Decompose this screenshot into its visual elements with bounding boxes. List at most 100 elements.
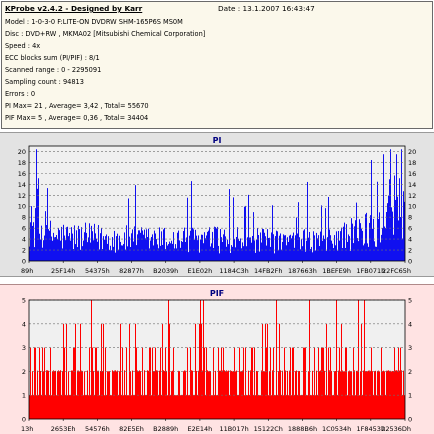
pi-ytick-label-left: 18 <box>18 159 26 167</box>
pi-bar <box>191 181 192 261</box>
pif-bar <box>335 371 336 419</box>
pif-bar <box>164 371 165 419</box>
pi-bar <box>223 234 224 261</box>
pi-bar <box>96 238 97 261</box>
pif-bar <box>322 347 323 419</box>
pif-bar <box>369 370 370 419</box>
info-pif-summary: PIF Max= 5 , Average= 0,36 , Total= 3440… <box>5 114 149 122</box>
pif-xtick-label: B2889h <box>153 425 178 433</box>
pif-bar <box>342 370 343 419</box>
pi-ytick-label-right: 10 <box>408 203 416 211</box>
pi-bar <box>76 230 77 261</box>
pif-bar <box>363 370 364 419</box>
pi-bar <box>259 251 260 261</box>
pi-bar <box>123 244 124 261</box>
pi-bar <box>390 149 391 261</box>
pi-bar <box>377 181 378 261</box>
pif-bar <box>214 395 215 419</box>
pi-bar <box>175 244 176 261</box>
pif-bar <box>378 370 379 419</box>
pif-bar <box>385 395 386 419</box>
pi-bar <box>147 237 148 261</box>
pi-ytick-label-right: 16 <box>408 170 416 178</box>
pif-bar <box>373 395 374 419</box>
pi-bar <box>331 240 332 261</box>
pif-bar <box>285 370 286 419</box>
pi-bar <box>391 207 392 261</box>
pi-bar <box>298 202 299 261</box>
pi-bar <box>338 230 339 261</box>
pif-bar <box>45 395 46 419</box>
pi-bar <box>274 253 275 261</box>
pi-bar <box>208 230 209 261</box>
pif-bar <box>228 370 229 419</box>
pi-bar <box>45 211 46 261</box>
pi-bar <box>354 226 355 261</box>
pi-bar <box>111 250 112 261</box>
pi-bar <box>269 237 270 261</box>
pif-bar <box>317 395 318 419</box>
pi-bar <box>146 229 147 261</box>
pif-bar <box>224 370 225 419</box>
pif-bar <box>232 371 233 419</box>
pif-bar <box>123 395 124 419</box>
pif-bar <box>131 395 132 419</box>
pi-bar <box>201 234 202 261</box>
pi-bar <box>344 222 345 261</box>
pif-bar <box>304 347 305 419</box>
pif-bar <box>338 370 339 419</box>
pi-bar <box>343 226 344 261</box>
pif-bar <box>305 347 306 419</box>
pif-bar <box>368 370 369 419</box>
pi-bar <box>218 245 219 261</box>
pi-bar <box>78 225 79 261</box>
pif-bar <box>79 371 80 419</box>
pif-bar <box>247 395 248 419</box>
pi-bar <box>216 228 217 261</box>
pif-bar <box>255 395 256 419</box>
pi-bar <box>38 178 39 261</box>
pi-bar <box>92 231 93 261</box>
pi-bar <box>157 244 158 261</box>
pi-bar <box>48 229 49 261</box>
pi-bar <box>356 202 357 261</box>
pi-bar <box>316 232 317 261</box>
pif-bar <box>313 395 314 419</box>
pi-bar <box>214 226 215 261</box>
pi-bar <box>163 229 164 261</box>
pif-bar <box>148 370 149 419</box>
pi-bar <box>252 235 253 261</box>
pi-bar <box>291 238 292 261</box>
pi-bar <box>221 237 222 261</box>
pi-bar <box>181 241 182 261</box>
pif-bar <box>402 395 403 419</box>
pif-bar <box>256 370 257 419</box>
pif-bar <box>161 395 162 419</box>
pi-bar <box>312 252 313 261</box>
pi-bar <box>97 241 98 261</box>
pi-bar <box>360 223 361 261</box>
pif-bar <box>50 347 51 419</box>
pi-bar <box>64 235 65 261</box>
pi-xtick-label: 89h <box>21 267 33 275</box>
pi-bar <box>82 246 83 261</box>
pif-bar <box>75 323 76 419</box>
pif-bar <box>194 395 195 419</box>
pif-bar <box>188 395 189 419</box>
pif-bar <box>43 371 44 419</box>
pi-bar <box>185 241 186 261</box>
pi-bar <box>236 236 237 261</box>
pi-bar <box>357 238 358 261</box>
pif-bar <box>344 371 345 419</box>
pif-bar <box>135 323 136 419</box>
pif-bar <box>104 395 105 419</box>
pif-bar <box>69 395 70 419</box>
pif-bar <box>250 370 251 419</box>
pi-bar <box>215 227 216 261</box>
pif-bar <box>343 371 344 419</box>
pi-chart-panel: PI 0 0 2 2 4 4 6 6 8 8 10 10 12 12 14 14 16 16 18 18 20 20 89h 2… <box>0 132 434 277</box>
pi-bar <box>142 230 143 261</box>
pi-xtick-label: 82877h <box>119 267 144 275</box>
pif-bar <box>97 370 98 419</box>
pi-bar <box>371 160 372 261</box>
